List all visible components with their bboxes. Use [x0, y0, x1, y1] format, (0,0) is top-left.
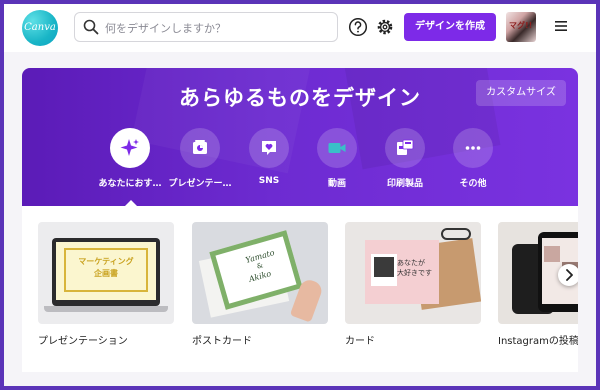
card-thumbnail: あなたが 大好きです [345, 222, 481, 324]
card-caption: ポストカード [192, 336, 252, 347]
card-postcard[interactable]: Yamato & Akiko ポストカード [192, 222, 328, 347]
card-caption: カード [345, 336, 375, 347]
more-icon [465, 146, 481, 150]
gear-icon[interactable] [375, 17, 395, 37]
avatar[interactable]: マグ!! [506, 12, 536, 42]
category-video[interactable]: 動画 [302, 128, 372, 189]
help-icon[interactable] [348, 17, 368, 37]
hero-banner: あらゆるものをデザイン カスタムサイズ あなたにおす… プレゼンテー… SNS … [22, 68, 578, 206]
sparkle-icon [120, 139, 139, 156]
category-print[interactable]: 印刷製品 [370, 128, 440, 189]
create-design-button[interactable]: デザインを作成 [404, 13, 496, 41]
presentation-thumbnail: マーケティング 企画書 [38, 222, 174, 324]
template-cards: マーケティング 企画書 プレゼンテーション Yamato & Akiko ポスト… [22, 206, 578, 372]
search-box[interactable] [74, 12, 338, 42]
heart-icon [262, 141, 276, 155]
card-presentation[interactable]: マーケティング 企画書 プレゼンテーション [38, 222, 174, 347]
card-card[interactable]: あなたが 大好きです カード [345, 222, 481, 347]
custom-size-button[interactable]: カスタムサイズ [476, 80, 566, 106]
avatar-label: マグ!! [509, 21, 533, 30]
canva-home: Canva デザインを作成 マグ!! [4, 4, 596, 386]
print-icon [397, 139, 414, 155]
category-more[interactable]: その他 [438, 128, 508, 189]
search-icon [83, 19, 99, 35]
chevron-right-icon [566, 269, 573, 281]
postcard-thumbnail: Yamato & Akiko [192, 222, 328, 324]
canva-logo[interactable]: Canva [22, 10, 58, 46]
carousel-next-button[interactable] [558, 264, 578, 286]
card-caption: Instagramの投稿 [498, 336, 578, 347]
category-for-you[interactable]: あなたにおす… [95, 128, 165, 189]
category-presentation[interactable]: プレゼンテー… [165, 128, 235, 189]
category-sns[interactable]: SNS [234, 128, 304, 186]
video-icon [328, 143, 346, 153]
top-bar: Canva デザインを作成 マグ!! [4, 4, 596, 52]
card-caption: プレゼンテーション [38, 336, 128, 347]
search-input[interactable] [103, 16, 333, 40]
presentation-icon [193, 140, 207, 154]
menu-icon[interactable] [554, 19, 568, 33]
